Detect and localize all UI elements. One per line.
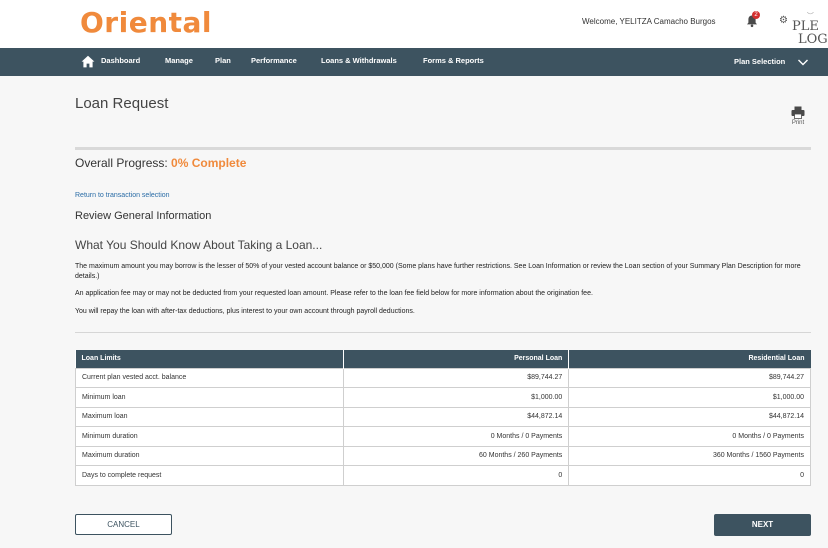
personal-loan-value: $44,872.14 <box>342 406 570 427</box>
table-row: Current plan vested acct. balance $89,74… <box>75 367 811 388</box>
printer-icon <box>791 106 805 119</box>
residential-loan-value: 0 <box>568 465 811 486</box>
main-nav: Dashboard Manage Plan Performance Loans … <box>0 48 828 76</box>
row-label: Maximum loan <box>75 406 344 427</box>
plan-selection-dropdown[interactable]: Plan Selection <box>734 57 785 66</box>
print-button[interactable]: Print <box>787 106 809 126</box>
row-label: Minimum duration <box>75 426 344 447</box>
personal-loan-value: 0 <box>342 465 570 486</box>
brand-partial-line2: LOG <box>798 32 828 47</box>
personal-loan-value: $1,000.00 <box>342 387 570 408</box>
oriental-logo[interactable]: Oriental <box>80 6 212 39</box>
table-row: Maximum loan $44,872.14 $44,872.14 <box>75 406 811 427</box>
notification-badge: 2 <box>752 11 760 19</box>
header-residential-loan: Residential Loan <box>568 350 811 368</box>
overall-progress: Overall Progress: 0% Complete <box>75 156 246 170</box>
row-label: Minimum loan <box>75 387 344 408</box>
nav-item-plan[interactable]: Plan <box>215 56 231 65</box>
welcome-text: Welcome, YELITZA Camacho Burgos <box>582 17 716 26</box>
info-paragraph-repay: You will repay the loan with after-tax d… <box>75 308 415 315</box>
progress-value: 0% Complete <box>171 156 247 170</box>
personal-loan-value: 60 Months / 260 Payments <box>342 445 570 466</box>
review-heading: Review General Information <box>75 210 212 222</box>
table-row: Minimum loan $1,000.00 $1,000.00 <box>75 387 811 408</box>
nav-item-performance[interactable]: Performance <box>251 56 297 65</box>
personal-loan-value: 0 Months / 0 Payments <box>342 426 570 447</box>
table-row: Days to complete request 0 0 <box>75 465 811 486</box>
nav-item-dashboard[interactable]: Dashboard <box>101 56 140 65</box>
info-paragraph-max-amount: The maximum amount you may borrow is the… <box>75 263 801 280</box>
progress-label: Overall Progress: <box>75 156 168 170</box>
info-paragraph-fee: An application fee may or may not be ded… <box>75 290 593 297</box>
home-icon[interactable] <box>81 55 95 68</box>
residential-loan-value: 0 Months / 0 Payments <box>568 426 811 447</box>
nav-item-loans-withdrawals[interactable]: Loans & Withdrawals <box>321 56 397 65</box>
nav-item-manage[interactable]: Manage <box>165 56 193 65</box>
next-button[interactable]: NEXT <box>714 514 811 536</box>
gear-icon[interactable]: ⚙ <box>779 15 788 27</box>
content-divider <box>75 332 811 333</box>
table-row: Minimum duration 0 Months / 0 Payments 0… <box>75 426 811 447</box>
content-area: Loan Request Print Overall Progress: 0% … <box>0 76 828 548</box>
return-to-transaction-link[interactable]: Return to transaction selection <box>75 192 170 199</box>
table-row: Maximum duration 60 Months / 260 Payment… <box>75 445 811 466</box>
nav-item-forms-reports[interactable]: Forms & Reports <box>423 56 484 65</box>
brand-dot-icon: ◡ <box>806 12 815 18</box>
residential-loan-value: $44,872.14 <box>568 406 811 427</box>
table-header-row: Loan Limits Personal Loan Residential Lo… <box>75 350 811 368</box>
row-label: Maximum duration <box>75 445 344 466</box>
residential-loan-value: $89,744.27 <box>568 367 811 388</box>
residential-loan-value: $1,000.00 <box>568 387 811 408</box>
page-title: Loan Request <box>75 95 169 112</box>
personal-loan-value: $89,744.27 <box>342 367 570 388</box>
chevron-down-icon[interactable] <box>797 57 809 67</box>
row-label: Current plan vested acct. balance <box>75 367 344 388</box>
section-divider <box>75 147 811 150</box>
header-loan-limits: Loan Limits <box>75 350 344 368</box>
row-label: Days to complete request <box>75 465 344 486</box>
print-label: Print <box>791 120 805 126</box>
residential-loan-value: 360 Months / 1560 Payments <box>568 445 811 466</box>
loan-limits-table: Loan Limits Personal Loan Residential Lo… <box>75 350 811 486</box>
header: Oriental Welcome, YELITZA Camacho Burgos… <box>0 0 828 48</box>
brand-logo-partial: ◡ PLE LOG <box>792 12 828 46</box>
cancel-button[interactable]: CANCEL <box>75 514 172 535</box>
header-personal-loan: Personal Loan <box>343 350 570 368</box>
know-heading: What You Should Know About Taking a Loan… <box>75 238 323 252</box>
